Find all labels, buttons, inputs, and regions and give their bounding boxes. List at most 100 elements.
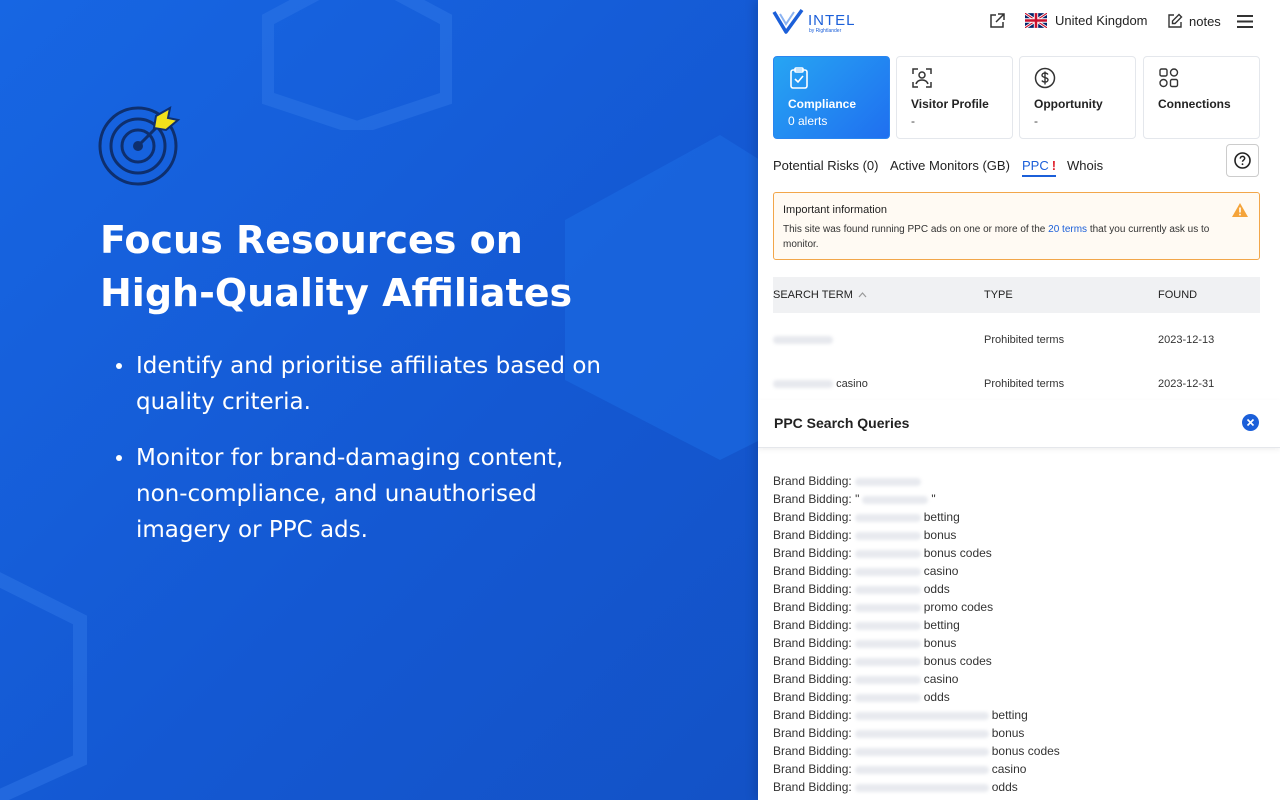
query-prefix: Brand Bidding: (773, 528, 852, 542)
query-item: Brand Bidding: bonus (773, 724, 1060, 742)
card-connections[interactable]: Connections (1143, 56, 1260, 139)
background-hexagon (262, 0, 452, 130)
redacted-text (854, 567, 921, 576)
type-cell: Prohibited terms (984, 378, 1065, 390)
redacted-text (854, 531, 921, 540)
redacted-text (854, 639, 921, 648)
card-title: Compliance (788, 97, 857, 111)
close-icon[interactable] (1242, 414, 1259, 431)
query-prefix: Brand Bidding: (773, 636, 852, 650)
query-suffix: casino (923, 672, 959, 686)
query-item: Brand Bidding: bonus codes (773, 544, 1060, 562)
redacted-text (862, 495, 929, 504)
logo-text: INTEL (808, 12, 856, 29)
query-prefix: Brand Bidding: (773, 546, 852, 560)
uk-flag-icon[interactable] (1025, 13, 1047, 28)
redacted-text (854, 675, 921, 684)
redacted-text (854, 621, 921, 630)
tab-active-monitors[interactable]: Active Monitors (GB) (890, 158, 1010, 173)
query-item: Brand Bidding: casino (773, 670, 1060, 688)
search-term-cell: casino (773, 378, 868, 390)
user-scan-icon (912, 68, 932, 88)
query-item: Brand Bidding: bonus (773, 526, 1060, 544)
marketing-panel: Focus Resources on High-Quality Affiliat… (0, 0, 758, 800)
found-cell: 2023-12-31 (1158, 378, 1215, 390)
terms-link[interactable]: 20 terms (1048, 224, 1087, 235)
hamburger-menu-icon[interactable] (1236, 14, 1254, 29)
alert-badge: ! (1051, 158, 1057, 173)
query-item: Brand Bidding: bonus (773, 634, 1060, 652)
column-header-label: SEARCH TERM (773, 289, 853, 301)
help-button[interactable] (1226, 144, 1259, 177)
query-prefix: Brand Bidding: (773, 762, 852, 776)
column-header-search-term[interactable]: SEARCH TERM (773, 289, 867, 301)
query-prefix: Brand Bidding: (773, 510, 852, 524)
important-info-box: Important information This site was foun… (773, 192, 1260, 260)
extension-panel: INTEL by Rightlander United Kingdom note… (758, 0, 1280, 800)
warning-icon (1232, 203, 1248, 217)
headline-line: Focus Resources on (100, 218, 523, 262)
question-circle-icon (1234, 152, 1251, 169)
card-subtitle: - (911, 114, 915, 128)
redacted-text (854, 603, 921, 612)
query-suffix: odds (991, 780, 1018, 794)
query-prefix: Brand Bidding: (773, 708, 852, 722)
query-prefix: Brand Bidding: (773, 564, 852, 578)
redacted-text (854, 783, 989, 792)
card-visitor-profile[interactable]: Visitor Profile - (896, 56, 1013, 139)
headline-line: High-Quality Affiliates (100, 271, 573, 315)
redacted-text (854, 693, 921, 702)
redacted-text (854, 747, 989, 756)
query-suffix: " (931, 492, 936, 506)
query-item: Brand Bidding: casino (773, 760, 1060, 778)
tab-ppc[interactable]: PPC! (1022, 158, 1057, 177)
query-item: Brand Bidding: betting (773, 508, 1060, 526)
tab-potential-risks[interactable]: Potential Risks (0) (773, 158, 878, 173)
tab-whois[interactable]: Whois (1067, 158, 1103, 173)
search-term-suffix: casino (836, 378, 868, 390)
query-suffix: bonus (991, 726, 1025, 740)
query-prefix: Brand Bidding: (773, 672, 852, 686)
query-suffix: odds (923, 582, 950, 596)
query-suffix: betting (923, 618, 960, 632)
query-prefix: Brand Bidding: (773, 654, 852, 668)
column-header-found: FOUND (1158, 289, 1198, 301)
logo-subtext: by Rightlander (809, 28, 842, 34)
table-header: SEARCH TERM TYPE FOUND (773, 277, 1260, 313)
column-header-type: TYPE (984, 289, 1013, 301)
edit-icon[interactable] (1167, 13, 1183, 29)
redacted-text (773, 336, 833, 345)
query-item: Brand Bidding: betting (773, 616, 1060, 634)
info-body: This site was found running PPC ads on o… (783, 222, 1243, 252)
found-cell: 2023-12-13 (1158, 334, 1215, 346)
feature-bullet: Identify and prioritise affiliates based… (116, 348, 616, 420)
drawer-title: PPC Search Queries (774, 415, 910, 431)
card-compliance[interactable]: Compliance 0 alerts (773, 56, 890, 139)
query-suffix: bonus (923, 636, 957, 650)
redacted-text (854, 477, 921, 486)
card-opportunity[interactable]: Opportunity - (1019, 56, 1136, 139)
query-prefix: Brand Bidding: (773, 600, 852, 614)
network-icon (1159, 68, 1179, 88)
logo-mark-icon (772, 8, 804, 34)
redacted-text (854, 765, 989, 774)
query-suffix: bonus codes (991, 744, 1060, 758)
query-item: Brand Bidding: (773, 472, 1060, 490)
card-title: Visitor Profile (911, 97, 989, 111)
query-item: Brand Bidding: promo codes (773, 598, 1060, 616)
intel-logo: INTEL by Rightlander (772, 8, 862, 38)
redacted-text (854, 729, 989, 738)
target-arrow-icon (98, 106, 181, 186)
search-term-cell (773, 334, 833, 346)
query-item: Brand Bidding: odds (773, 778, 1060, 796)
country-selector[interactable]: United Kingdom (1055, 13, 1148, 28)
external-link-icon[interactable] (988, 12, 1006, 30)
feature-bullet: Monitor for brand-damaging content, non-… (116, 440, 616, 548)
notes-button[interactable]: notes (1189, 14, 1221, 29)
query-prefix: Brand Bidding: (773, 780, 852, 794)
redacted-text (854, 549, 921, 558)
card-title: Opportunity (1034, 97, 1103, 111)
query-suffix: bonus codes (923, 654, 992, 668)
redacted-text (773, 380, 833, 389)
headline: Focus Resources on High-Quality Affiliat… (100, 214, 660, 320)
